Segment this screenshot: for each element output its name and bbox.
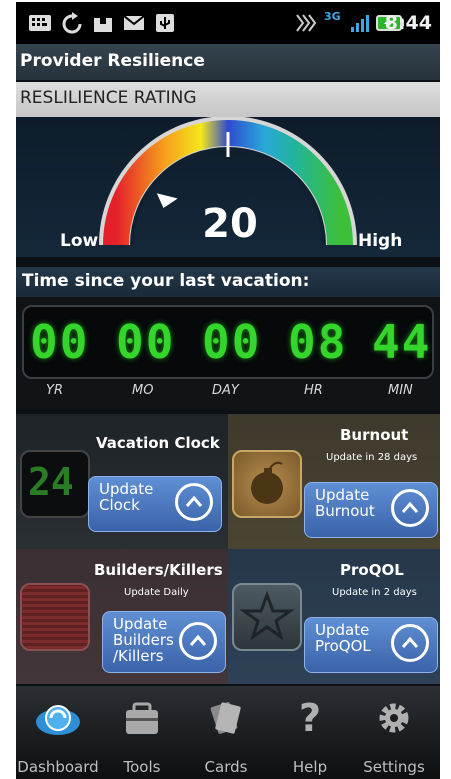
nav-label: Tools bbox=[123, 758, 161, 776]
nav-settings[interactable]: Settings bbox=[352, 686, 436, 779]
brick-wall-icon bbox=[20, 583, 90, 651]
timer-months: 00 bbox=[116, 315, 176, 369]
timer-years: 00 bbox=[30, 315, 90, 369]
tile-title: ProQOL bbox=[340, 561, 404, 579]
vibrate-icon bbox=[296, 14, 316, 32]
chevron-up-icon bbox=[175, 483, 213, 521]
nav-label: Help bbox=[292, 758, 328, 776]
nav-help[interactable]: ? Help bbox=[268, 686, 352, 779]
timer-minutes: 44 bbox=[372, 315, 432, 369]
rating-header-label: RESLILIENCE RATING bbox=[20, 88, 197, 108]
download-icon bbox=[94, 14, 112, 32]
status-bar: 3G 8:44 bbox=[16, 2, 440, 44]
question-mark-icon: ? bbox=[298, 696, 322, 740]
nav-label: Cards bbox=[204, 758, 248, 776]
dashboard-icon bbox=[36, 705, 80, 735]
star-icon bbox=[232, 583, 302, 651]
nav-label: Settings bbox=[363, 758, 425, 776]
phone-screen: 3G 8:44 Provider Resilience RESLILIENCE … bbox=[16, 2, 440, 779]
tile-proqol: ProQOL Update in 2 days Update ProQOL bbox=[228, 549, 440, 684]
unit-days: DAY bbox=[212, 383, 239, 398]
tile-subtitle: Update in 2 days bbox=[332, 587, 417, 598]
chevron-up-icon bbox=[179, 622, 217, 660]
update-clock-button[interactable]: Update Clock bbox=[88, 476, 222, 532]
tile-title: Burnout bbox=[340, 426, 409, 444]
tile-subtitle: Update Daily bbox=[124, 587, 189, 598]
nav-tools[interactable]: Tools bbox=[100, 686, 184, 779]
update-burnout-button[interactable]: Update Burnout bbox=[304, 482, 438, 538]
tile-title: Builders/Killers bbox=[94, 561, 223, 579]
nav-dashboard[interactable]: Dashboard bbox=[16, 686, 100, 779]
clock-time: 8:44 bbox=[384, 12, 432, 34]
tile-burnout: Burnout Update in 28 days Update Burnout bbox=[228, 414, 440, 549]
title-bar: Provider Resilience bbox=[16, 44, 440, 80]
gear-icon bbox=[379, 703, 409, 733]
cards-icon bbox=[210, 702, 241, 734]
gauge-value: 20 bbox=[202, 201, 258, 247]
toolbox-icon bbox=[126, 702, 158, 734]
gauge-low-label: Low bbox=[60, 231, 99, 251]
chevron-up-icon bbox=[391, 624, 429, 662]
bomb-icon bbox=[232, 450, 302, 518]
network-type-label: 3G bbox=[324, 10, 341, 23]
unit-minutes: MIN bbox=[388, 383, 413, 398]
gauge-high-label: High bbox=[358, 231, 403, 251]
update-builders-killers-button[interactable]: Update Builders /Killers bbox=[102, 611, 226, 673]
vacation-header: Time since your last vacation: bbox=[16, 267, 440, 297]
mail-icon bbox=[123, 15, 145, 30]
update-proqol-button[interactable]: Update ProQOL bbox=[304, 617, 438, 673]
resilience-gauge: 20 Low High bbox=[16, 117, 440, 257]
vacation-timer: 00 00 00 08 44 YR MO DAY HR MIN bbox=[16, 297, 440, 409]
vacation-header-label: Time since your last vacation: bbox=[22, 271, 310, 291]
bottom-navigation: Dashboard Tools Cards ? Help Settings bbox=[16, 686, 440, 779]
button-label: Update Burnout bbox=[315, 486, 375, 520]
unit-years: YR bbox=[46, 383, 63, 398]
gauge-needle bbox=[156, 193, 178, 208]
usb-icon bbox=[156, 14, 174, 32]
button-label: Update Builders /Killers bbox=[113, 615, 174, 665]
nav-label: Dashboard bbox=[17, 758, 99, 776]
tile-builders-killers: Builders/Killers Update Daily Update Bui… bbox=[16, 549, 228, 684]
signal-icon bbox=[351, 15, 369, 32]
unit-hours: HR bbox=[304, 383, 323, 398]
clock-icon-text: 24 bbox=[28, 460, 74, 504]
tile-subtitle: Update in 28 days bbox=[326, 452, 418, 463]
tile-title: Vacation Clock bbox=[96, 434, 220, 452]
rating-header: RESLILIENCE RATING bbox=[16, 82, 440, 117]
lcd-display: 00 00 00 08 44 bbox=[22, 305, 434, 379]
keyboard-icon bbox=[29, 15, 51, 31]
button-label: Update Clock bbox=[99, 480, 154, 514]
nav-cards[interactable]: Cards bbox=[184, 686, 268, 779]
clock-24-icon: 24 bbox=[20, 450, 90, 518]
unit-months: MO bbox=[132, 383, 154, 398]
sync-icon bbox=[62, 12, 82, 34]
tile-vacation-clock: Vacation Clock 24 Update Clock bbox=[16, 414, 228, 549]
timer-hours: 08 bbox=[288, 315, 348, 369]
button-label: Update ProQOL bbox=[315, 621, 371, 655]
chevron-up-icon bbox=[391, 489, 429, 527]
timer-days: 00 bbox=[202, 315, 262, 369]
app-title: Provider Resilience bbox=[20, 51, 205, 71]
